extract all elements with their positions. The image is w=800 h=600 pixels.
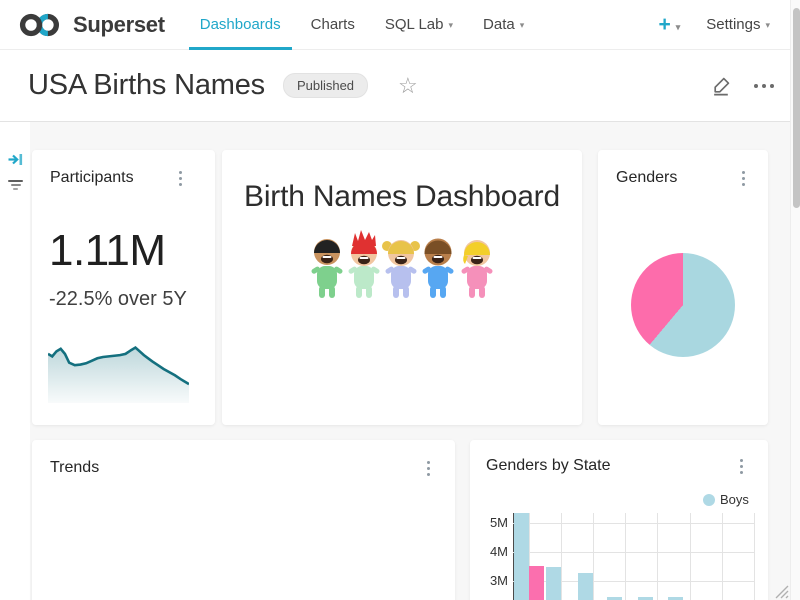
- big-number-subheader: -22.5% over 5Y: [49, 288, 187, 311]
- header-actions: [711, 75, 800, 96]
- navbar: Superset Dashboards Charts SQL Lab▾ Data…: [0, 0, 800, 50]
- page-title: USA Births Names: [28, 69, 265, 102]
- nav-item-charts[interactable]: Charts: [300, 0, 366, 50]
- sparkline-chart: [48, 340, 189, 403]
- expand-filter-bar-icon[interactable]: [7, 151, 24, 168]
- dashboard-header: USA Births Names Published ☆: [0, 50, 800, 122]
- nav-item-sql-lab[interactable]: SQL Lab▾: [374, 0, 464, 50]
- bar-boys[interactable]: [546, 567, 561, 600]
- filter-bar-collapsed: [0, 122, 30, 600]
- scrollbar-thumb[interactable]: [793, 8, 800, 208]
- chevron-down-icon: ▾: [765, 20, 770, 30]
- more-actions-icon[interactable]: [754, 84, 774, 88]
- card-genders-by-state: Genders by State Boys 5M4M3M: [470, 440, 768, 600]
- y-axis-tick: 4M: [470, 544, 508, 559]
- state-chart: 5M 4M 3M: [470, 440, 768, 600]
- y-axis-tick: 5M: [470, 515, 508, 530]
- edit-pencil-icon[interactable]: [711, 75, 732, 96]
- superset-app: Superset Dashboards Charts SQL Lab▾ Data…: [0, 0, 800, 600]
- bar-boys[interactable]: [578, 573, 593, 600]
- chart-title: Genders: [616, 169, 677, 187]
- superset-logo-link[interactable]: Superset: [18, 10, 165, 40]
- kebab-menu-icon[interactable]: [740, 169, 747, 188]
- bar-girls[interactable]: [529, 566, 544, 600]
- resize-grip-icon[interactable]: [774, 584, 789, 599]
- new-item-button[interactable]: +▾: [658, 14, 680, 35]
- nav-item-data[interactable]: Data▾: [472, 0, 535, 50]
- published-badge[interactable]: Published: [283, 73, 368, 98]
- chart-title: Trends: [50, 459, 99, 477]
- chevron-down-icon: ▾: [676, 22, 681, 32]
- y-axis-tick: 3M: [470, 573, 508, 588]
- brand-name: Superset: [73, 12, 165, 38]
- card-trends: Trends AmandaAndrewAnthonyAshleyBrianChr…: [32, 440, 455, 600]
- chevron-down-icon: ▾: [448, 20, 453, 30]
- card-genders: Genders: [598, 150, 768, 425]
- nav-menu: Dashboards Charts SQL Lab▾ Data▾: [189, 0, 543, 50]
- kebab-menu-icon[interactable]: [177, 169, 184, 188]
- nav-item-dashboards[interactable]: Dashboards: [189, 0, 292, 50]
- children-illustration: [307, 230, 497, 302]
- favorite-star-icon[interactable]: ☆: [398, 75, 418, 97]
- bar-boys[interactable]: [514, 513, 529, 600]
- chart-title: Participants: [50, 169, 134, 187]
- scrollbar-track[interactable]: [790, 0, 800, 600]
- card-participants: Participants 1.11M -22.5% over 5Y: [32, 150, 215, 425]
- settings-menu[interactable]: Settings▾: [706, 16, 770, 33]
- kebab-menu-icon[interactable]: [425, 459, 432, 478]
- superset-logo-icon: [18, 10, 64, 40]
- big-number-value: 1.11M: [49, 226, 166, 276]
- chevron-down-icon: ▾: [520, 20, 525, 30]
- nav-right: +▾ Settings▾: [658, 14, 784, 35]
- markdown-title: Birth Names Dashboard: [222, 180, 582, 214]
- genders-pie-chart[interactable]: [631, 253, 735, 357]
- filter-icon[interactable]: [7, 180, 24, 190]
- card-markdown: Birth Names Dashboard: [222, 150, 582, 425]
